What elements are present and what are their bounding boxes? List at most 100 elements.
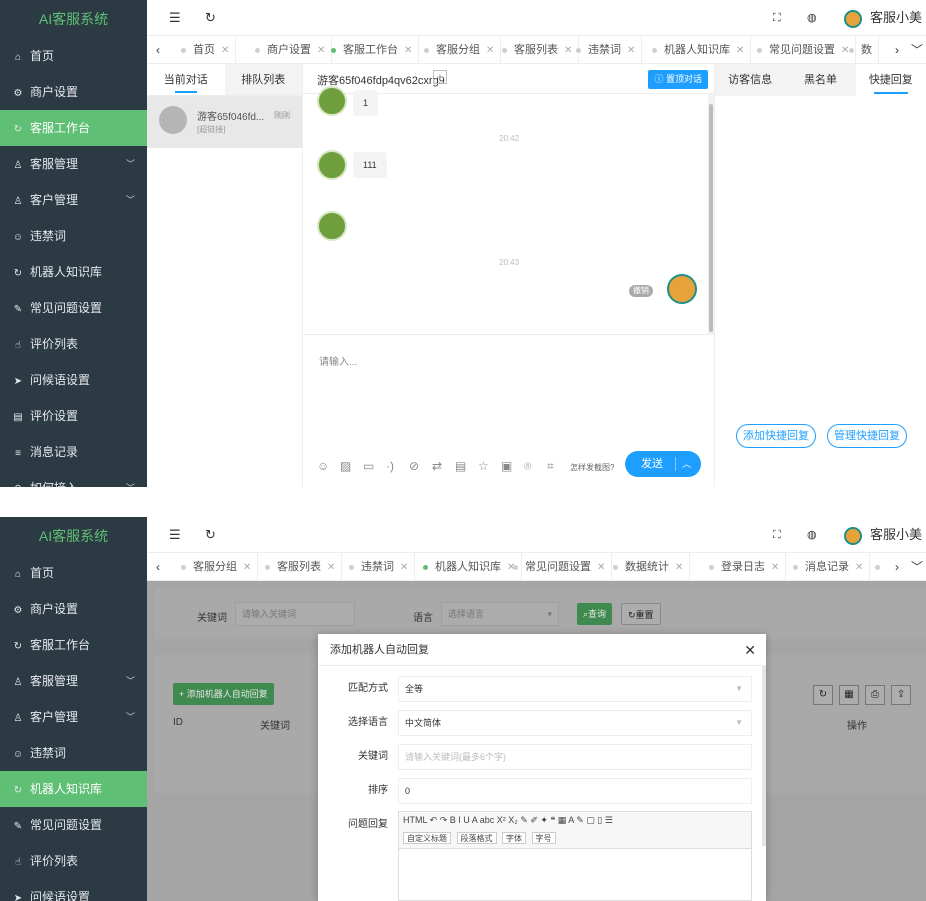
fullscreen-icon[interactable]: ⛶ (773, 0, 781, 36)
tab-blacklist[interactable]: 黑名单 (785, 64, 856, 96)
add-quick-reply-button[interactable]: 添加快捷回复 (736, 424, 816, 448)
user-menu[interactable]: 客服小美 (844, 517, 922, 553)
sidebar-item[interactable]: ⚙ 商户设置 (0, 591, 147, 627)
sidebar-item[interactable]: ♙ 客户管理 ﹀ (0, 699, 147, 735)
retract-badge[interactable]: 撤销 (629, 285, 653, 297)
close-tab-icon[interactable]: ✕ (400, 562, 408, 573)
page-tab[interactable]: 违禁词 ✕ (337, 553, 416, 580)
chat-scrollbar[interactable] (708, 94, 714, 334)
keyword-input[interactable]: 请输入关键词 (235, 602, 355, 626)
modal-scrollbar[interactable] (762, 666, 766, 846)
search-button[interactable]: ⌕查询 (577, 603, 613, 625)
page-tab[interactable]: 数据统计 ✕ (601, 553, 691, 580)
refresh-icon[interactable]: ↻ (205, 0, 216, 36)
location-icon[interactable]: ⌾ (524, 459, 547, 474)
close-tab-icon[interactable]: ✕ (221, 45, 229, 56)
transfer-icon[interactable]: ⇄ (432, 459, 455, 473)
tabs-more-icon[interactable]: ﹀ (908, 36, 926, 63)
ban-icon[interactable]: ⊘ (409, 459, 432, 473)
print-icon[interactable]: ⎙ (865, 685, 885, 705)
sidebar-item[interactable]: ⌂ 首页 (0, 38, 147, 74)
tab-visitor-info[interactable]: 访客信息 (715, 64, 786, 96)
star-icon[interactable]: ☆ (478, 459, 501, 473)
close-tab-icon[interactable]: ✕ (675, 562, 683, 573)
sidebar-item[interactable]: ↻ 客服工作台 (0, 627, 147, 663)
crop-icon[interactable]: ⌗ (547, 459, 570, 474)
manage-quick-reply-button[interactable]: 管理快捷回复 (827, 424, 907, 448)
emoji-icon[interactable]: ☺ (317, 459, 340, 473)
sidebar-item[interactable]: ▤ 评价设置 (0, 398, 147, 434)
globe-icon[interactable]: ◍ (807, 517, 817, 553)
message-input[interactable]: 请输入... (319, 353, 357, 368)
page-tab[interactable]: 机器人知识库 ✕ (640, 36, 752, 63)
voice-icon[interactable]: ·) (386, 459, 409, 473)
columns-icon[interactable]: ▦ (839, 685, 859, 705)
font-size-select[interactable]: 字号 (531, 832, 556, 844)
sidebar-item[interactable]: ↻ 机器人知识库 (0, 771, 147, 807)
tabs-prev-icon[interactable]: ‹ (149, 553, 167, 580)
close-tab-icon[interactable]: ✕ (771, 562, 779, 573)
language-select[interactable]: 选择语言 ▾ (441, 602, 559, 626)
form-icon[interactable]: ▤ (455, 459, 478, 473)
menu-toggle-icon[interactable]: ☰ (169, 517, 181, 553)
sidebar-item[interactable]: ☝ 评价列表 (0, 843, 147, 879)
conversation-item[interactable]: 游客65f046fd... 刚刚 [超链接] (147, 96, 302, 148)
sort-input[interactable]: 0 (398, 778, 752, 804)
tabs-prev-icon[interactable]: ‹ (149, 36, 167, 63)
refresh-icon[interactable]: ↻ (205, 517, 216, 553)
sidebar-item[interactable]: ♙ 客服管理 ﹀ (0, 146, 147, 182)
tabs-next-icon[interactable]: › (888, 553, 906, 580)
page-tab[interactable]: 客服分组 ✕ (169, 553, 259, 580)
page-tab[interactable]: 数 (837, 36, 879, 63)
page-tab[interactable]: 违禁词 ✕ (564, 36, 643, 63)
export-icon[interactable]: ⇪ (891, 685, 911, 705)
gallery-icon[interactable]: ▣ (501, 459, 524, 473)
sidebar-item[interactable]: ≡ 消息记录 (0, 434, 147, 470)
refresh-table-icon[interactable]: ↻ (813, 685, 833, 705)
pin-conversation-button[interactable]: ⓘ 置顶对话 (648, 70, 708, 89)
page-tab[interactable]: 消息记录 ✕ (781, 553, 871, 580)
sidebar-item[interactable]: ♙ 客服管理 ﹀ (0, 663, 147, 699)
page-tab[interactable]: 首页 ✕ (169, 36, 237, 63)
image-icon[interactable]: ▨ (340, 459, 363, 473)
close-tab-icon[interactable]: ✕ (736, 45, 744, 56)
sidebar-item[interactable]: ✎ 常见问题设置 (0, 290, 147, 326)
send-button[interactable]: 发送 ︿ (625, 451, 701, 477)
user-menu[interactable]: 客服小美 (844, 0, 922, 36)
tabs-more-icon[interactable]: ﹀ (908, 553, 926, 580)
keyword-input[interactable]: 请输入关键词(最多6个字) (398, 744, 752, 770)
screenshot-hint[interactable]: 怎样发截图? (570, 462, 614, 473)
editor-toolbar-glyphs[interactable]: HTML ↶ ↷ B I U A abc X² X₂ ✎ ✐ ✦ ❝ ▦ A ✎… (403, 815, 613, 826)
add-auto-reply-button[interactable]: + 添加机器人自动回复 (173, 683, 274, 705)
language-select[interactable]: 中文简体 ▼ (398, 710, 752, 736)
tabs-next-icon[interactable]: › (888, 36, 906, 63)
sidebar-item[interactable]: ⚲ 如何接入 ﹀ (0, 470, 147, 487)
sidebar-item[interactable]: ↻ 机器人知识库 (0, 254, 147, 290)
globe-icon[interactable]: ◍ (807, 0, 817, 36)
page-tab[interactable]: 登录日志 ✕ (697, 553, 787, 580)
page-tab[interactable]: 常见问题设置 ✕ (501, 553, 613, 580)
paragraph-format-select[interactable]: 段落格式 (456, 832, 497, 844)
close-tab-icon[interactable]: ✕ (327, 562, 335, 573)
sidebar-item[interactable]: ⌂ 首页 (0, 555, 147, 591)
reset-button[interactable]: ↻重置 (621, 603, 661, 625)
sidebar-item[interactable]: ➤ 问候语设置 (0, 879, 147, 901)
font-family-select[interactable]: 字体 (502, 832, 527, 844)
fullscreen-icon[interactable]: ⛶ (773, 517, 781, 553)
folder-icon[interactable]: ▭ (363, 459, 386, 473)
close-tab-icon[interactable]: ✕ (243, 562, 251, 573)
reply-editor-area[interactable] (398, 849, 752, 901)
close-icon[interactable]: ✕ (744, 634, 756, 666)
match-type-select[interactable]: 全等 ▼ (398, 676, 752, 702)
sidebar-item[interactable]: ☺ 违禁词 (0, 735, 147, 771)
tab-quick-reply[interactable]: 快捷回复 (855, 64, 926, 96)
page-tab[interactable]: 客服列表 ✕ (253, 553, 343, 580)
chevron-up-icon[interactable]: ︿ (682, 451, 691, 477)
menu-toggle-icon[interactable]: ☰ (169, 0, 181, 36)
close-tab-icon[interactable]: ✕ (627, 45, 635, 56)
message-editor[interactable]: 请输入... ☺ ▨ ▭ ·) ⊘ ⇄ ▤ ☆ ▣ ⌾ ⌗ 怎样发截图? 发送 ︿ (303, 334, 715, 487)
page-tab[interactable]: 客服分组 ✕ (412, 36, 502, 63)
sidebar-item[interactable]: ➤ 问候语设置 (0, 362, 147, 398)
custom-heading-select[interactable]: 自定义标题 (403, 832, 451, 844)
sidebar-item[interactable]: ☺ 违禁词 (0, 218, 147, 254)
